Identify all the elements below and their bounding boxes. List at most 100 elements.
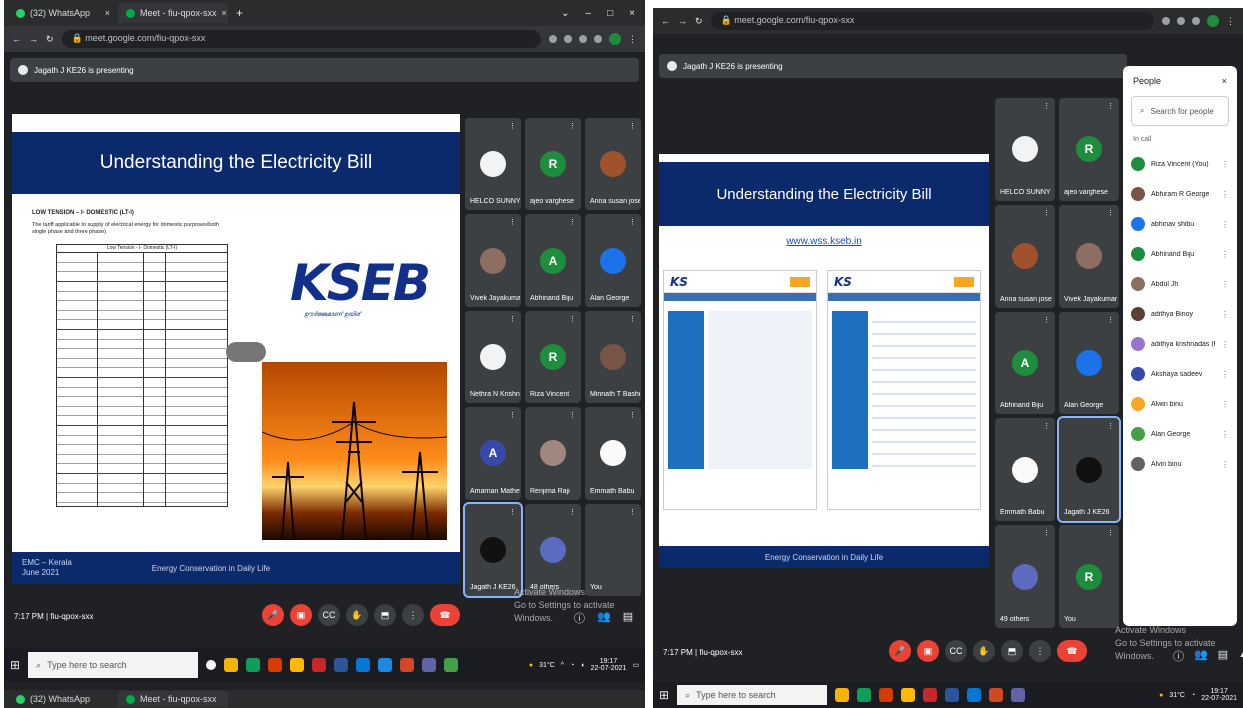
office-icon[interactable] xyxy=(268,658,283,672)
more-options-icon[interactable]: ⋮ xyxy=(1221,220,1229,229)
profile-avatar[interactable] xyxy=(1207,15,1219,27)
participant-tile[interactable]: ⋮ HELCO SUNNY xyxy=(995,98,1055,201)
wifi-icon[interactable]: ◔ xyxy=(570,662,574,669)
pip-hover-controls[interactable] xyxy=(226,342,266,362)
more-options-icon[interactable]: ⋮ xyxy=(1221,460,1229,469)
pdf-icon[interactable] xyxy=(312,658,327,672)
camera-off-button[interactable]: ▣ xyxy=(290,604,312,626)
tab-search-button[interactable]: ⌄ xyxy=(561,8,569,19)
person-row[interactable]: adithya Binoy ⋮ xyxy=(1123,299,1237,329)
person-row[interactable]: abhinav shibu ⋮ xyxy=(1123,209,1237,239)
close-window-button[interactable]: × xyxy=(629,8,635,19)
url-field[interactable]: 🔒 meet.google.com/fiu-qpox-sxx xyxy=(710,12,1154,30)
close-icon[interactable]: × xyxy=(222,8,227,18)
store-icon[interactable] xyxy=(356,658,371,672)
participant-tile[interactable]: ⋮ Emmath Babu xyxy=(585,407,641,500)
star-icon[interactable] xyxy=(1192,17,1200,25)
teams-icon[interactable] xyxy=(422,658,437,672)
person-row[interactable]: Alvin binu ⋮ xyxy=(1123,449,1237,479)
tab-meet[interactable]: Meet - fiu-qpox-sxx × xyxy=(118,3,228,23)
word-icon[interactable] xyxy=(945,688,960,702)
new-tab-button[interactable]: + xyxy=(228,6,251,20)
back-icon[interactable]: ← xyxy=(661,16,670,26)
activities-icon[interactable]: ▲ xyxy=(1238,648,1243,664)
search-icon[interactable] xyxy=(1177,17,1185,25)
windows-start-icon[interactable]: ⊞ xyxy=(659,688,669,702)
whatsapp-taskbar-icon[interactable] xyxy=(444,658,459,672)
captions-button[interactable]: CC xyxy=(318,604,340,626)
profile-avatar[interactable] xyxy=(609,33,621,45)
wifi-icon[interactable]: ◔ xyxy=(1191,692,1195,699)
participant-tile[interactable]: ⋮ A Amarnan Mathew xyxy=(465,407,521,500)
more-options-icon[interactable]: ⋮ xyxy=(1221,370,1229,379)
clock[interactable]: 19:17 22-07-2021 xyxy=(1201,688,1237,702)
cortana-icon[interactable] xyxy=(206,660,217,670)
url-field[interactable]: 🔒 meet.google.com/fiu-qpox-sxx xyxy=(61,30,541,48)
edge-icon[interactable] xyxy=(246,658,261,672)
people-icon[interactable]: 👥 xyxy=(1194,648,1208,664)
participant-tile[interactable]: ⋮ HELCO SUNNY xyxy=(465,118,521,211)
powerpoint-icon[interactable] xyxy=(989,688,1004,702)
info-icon[interactable]: ⓘ xyxy=(1173,648,1184,664)
menu-icon[interactable]: ⋮ xyxy=(628,34,637,45)
camera-icon[interactable] xyxy=(1162,17,1170,25)
participant-tile[interactable]: ⋮ Jagath J KE26 xyxy=(1057,416,1121,524)
forward-icon[interactable]: → xyxy=(678,16,687,26)
reload-icon[interactable]: ↻ xyxy=(695,16,703,27)
puzzle-icon[interactable] xyxy=(594,35,602,43)
more-options-icon[interactable]: ⋮ xyxy=(1221,310,1229,319)
raise-hand-button[interactable]: ✋ xyxy=(973,640,995,662)
person-row[interactable]: adithya krishnadas (KE 2.. ⋮ xyxy=(1123,329,1237,359)
teams-icon[interactable] xyxy=(1011,688,1026,702)
star-icon[interactable] xyxy=(579,35,587,43)
participant-tile[interactable]: ⋮ Anna susan jose xyxy=(995,204,1055,308)
participant-tile[interactable]: ⋮ A Abhinand Biju xyxy=(995,311,1055,415)
person-row[interactable]: Akshaya sadeev ⋮ xyxy=(1123,359,1237,389)
more-options-icon[interactable]: ⋮ xyxy=(1221,340,1229,349)
present-button[interactable]: ⬒ xyxy=(374,604,396,626)
more-options-icon[interactable]: ⋮ xyxy=(1221,430,1229,439)
more-options-icon[interactable]: ⋮ xyxy=(1221,160,1229,169)
search-icon[interactable] xyxy=(564,35,572,43)
notification-icon[interactable]: ▭ xyxy=(632,661,639,669)
people-search-input[interactable]: ⌕ Search for people xyxy=(1131,96,1229,126)
more-options-icon[interactable]: ⋮ xyxy=(1221,190,1229,199)
file-explorer-icon[interactable] xyxy=(901,688,916,702)
taskbar-search[interactable]: ⌕ Type here to search xyxy=(28,652,199,678)
close-icon[interactable]: × xyxy=(105,8,110,18)
person-row[interactable]: Abhiram R George ⋮ xyxy=(1123,179,1237,209)
store-icon[interactable] xyxy=(967,688,982,702)
chat-icon[interactable]: ▤ xyxy=(623,610,633,626)
more-options-button[interactable]: ⋮ xyxy=(1029,640,1051,662)
tab-meet-bottom[interactable]: Meet - fiu-qpox-sxx xyxy=(118,691,228,707)
pdf-icon[interactable] xyxy=(923,688,938,702)
participant-tile[interactable]: ⋮ 48 others xyxy=(525,503,581,596)
word-icon[interactable] xyxy=(334,658,349,672)
person-row[interactable]: Abdul Jh ⋮ xyxy=(1123,269,1237,299)
more-options-icon[interactable]: ⋮ xyxy=(1221,280,1229,289)
participant-tile[interactable]: ⋮ Renjima Raji xyxy=(525,407,581,500)
more-options-icon[interactable]: ⋮ xyxy=(1221,400,1229,409)
chat-icon[interactable]: ▤ xyxy=(1218,648,1228,664)
close-icon[interactable]: × xyxy=(1222,76,1227,86)
captions-button[interactable]: CC xyxy=(945,640,967,662)
present-button[interactable]: ⬒ xyxy=(1001,640,1023,662)
people-icon[interactable]: 👥 xyxy=(597,610,611,626)
reload-icon[interactable]: ↻ xyxy=(46,34,54,45)
tab-whatsapp[interactable]: (32) WhatsApp × xyxy=(8,3,118,23)
participant-tile[interactable]: ⋮ Rajeo varghese xyxy=(1059,98,1119,201)
participant-tile[interactable]: ⋮ You xyxy=(585,503,641,596)
participant-tile[interactable]: ⋮ R You xyxy=(1059,525,1119,628)
participant-tile[interactable]: ⋮ Anna susan jose xyxy=(585,118,641,211)
person-row[interactable]: Alan George ⋮ xyxy=(1123,419,1237,449)
leave-call-button[interactable]: ☎ xyxy=(430,604,460,626)
raise-hand-button[interactable]: ✋ xyxy=(346,604,368,626)
file-explorer-icon[interactable] xyxy=(290,658,305,672)
edge-icon[interactable] xyxy=(857,688,872,702)
mail-icon[interactable] xyxy=(378,658,393,672)
participant-tile[interactable]: ⋮ Vivek Jayakumar xyxy=(1059,204,1119,308)
participant-tile[interactable]: ⋮ Vivek Jayakumar xyxy=(465,214,521,307)
slide-link[interactable]: www.wss.kseb.in xyxy=(659,236,989,247)
clock[interactable]: 19:17 22-07-2021 xyxy=(591,658,627,672)
chrome-icon[interactable] xyxy=(835,688,850,702)
